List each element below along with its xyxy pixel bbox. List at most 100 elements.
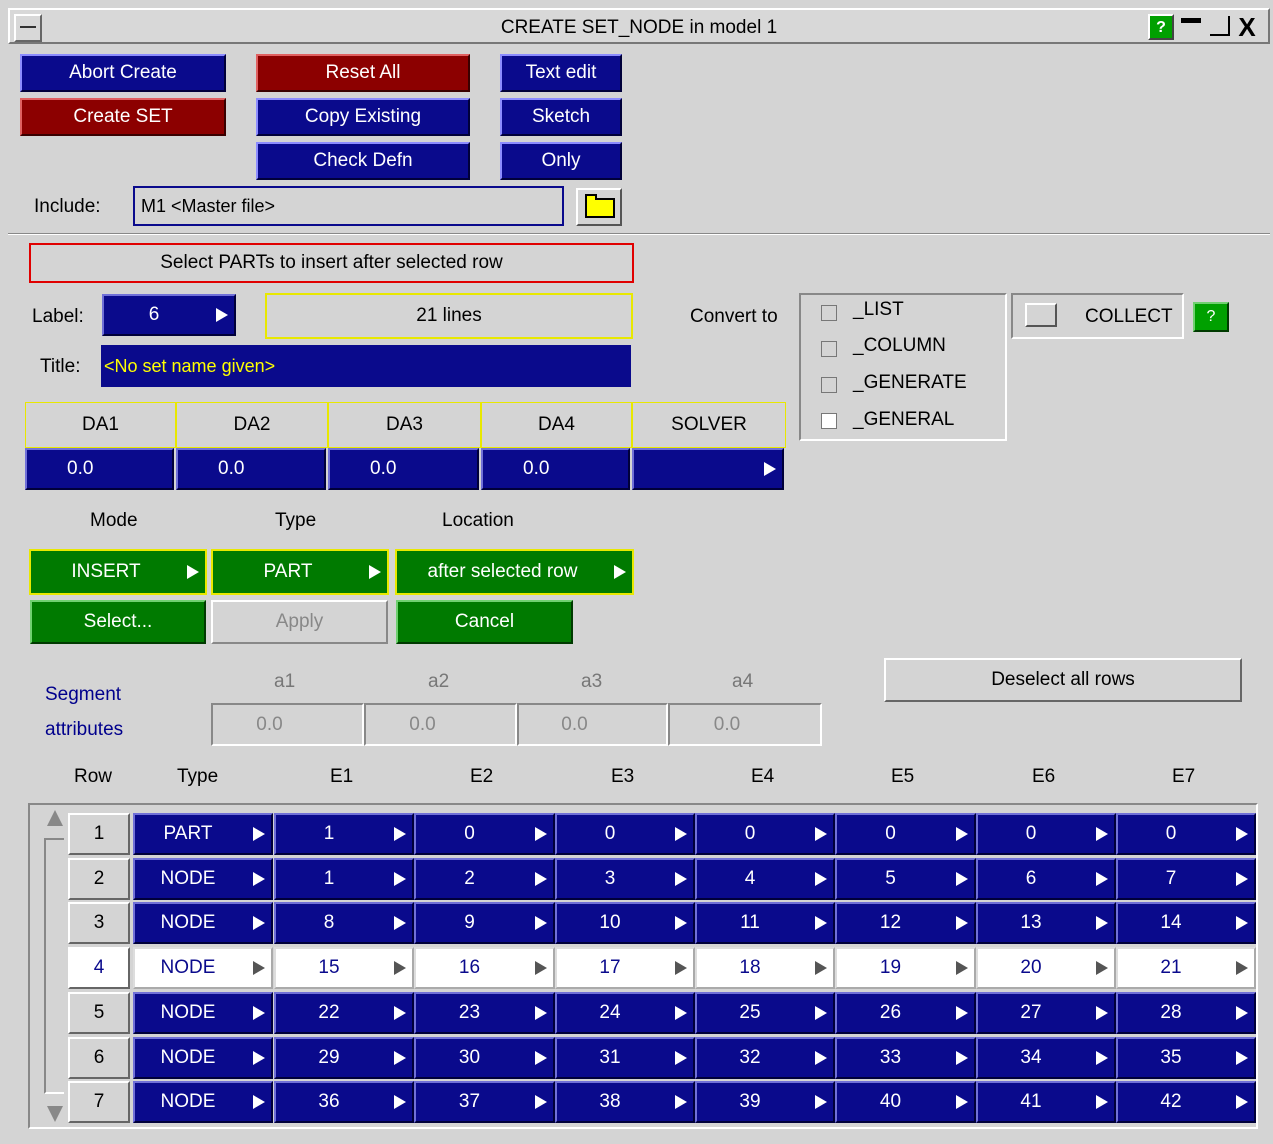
entity-cell-e5[interactable]: 33 <box>835 1037 976 1079</box>
entity-cell-e3[interactable]: 31 <box>555 1037 695 1079</box>
scroll-thumb[interactable] <box>44 838 64 1094</box>
title-field[interactable]: <No set name given> <box>101 345 631 387</box>
text-edit-button[interactable]: Text edit <box>500 54 622 92</box>
entity-cell-e7[interactable]: 21 <box>1116 947 1256 989</box>
entity-cell-e2[interactable]: 37 <box>414 1081 555 1123</box>
general-checkbox[interactable] <box>821 413 837 429</box>
entity-cell-e3[interactable]: 0 <box>555 813 695 855</box>
entity-cell-e4[interactable]: 25 <box>695 992 835 1034</box>
row-type-cell[interactable]: NODE <box>133 858 273 900</box>
entity-cell-e3[interactable]: 24 <box>555 992 695 1034</box>
entity-cell-e4[interactable]: 18 <box>695 947 835 989</box>
create-set-button[interactable]: Create SET <box>20 98 226 136</box>
entity-cell-e1[interactable]: 8 <box>274 902 414 944</box>
maximize-icon[interactable] <box>1206 14 1232 40</box>
check-defn-button[interactable]: Check Defn <box>256 142 470 180</box>
label-value-field[interactable]: 6 <box>102 294 236 336</box>
folder-button[interactable] <box>576 188 622 226</box>
column-checkbox[interactable] <box>821 341 837 357</box>
row-number[interactable]: 7 <box>68 1081 130 1123</box>
row-type-cell[interactable]: NODE <box>133 992 273 1034</box>
abort-create-button[interactable]: Abort Create <box>20 54 226 92</box>
entity-cell-e6[interactable]: 34 <box>976 1037 1116 1079</box>
entity-cell-e7[interactable]: 14 <box>1116 902 1256 944</box>
entity-cell-e1[interactable]: 36 <box>274 1081 414 1123</box>
entity-cell-e1[interactable]: 29 <box>274 1037 414 1079</box>
entity-cell-e5[interactable]: 19 <box>835 947 976 989</box>
entity-cell-e6[interactable]: 41 <box>976 1081 1116 1123</box>
a4-field[interactable]: 0.0 <box>668 703 822 746</box>
a3-field[interactable]: 0.0 <box>517 703 668 746</box>
row-type-cell[interactable]: PART <box>133 813 273 855</box>
row-number[interactable]: 5 <box>68 992 130 1034</box>
generate-checkbox[interactable] <box>821 377 837 393</box>
row-number[interactable]: 3 <box>68 902 130 944</box>
row-type-cell[interactable]: NODE <box>133 902 273 944</box>
entity-cell-e2[interactable]: 0 <box>414 813 555 855</box>
entity-cell-e1[interactable]: 1 <box>274 858 414 900</box>
deselect-all-rows-button[interactable]: Deselect all rows <box>884 658 1242 702</box>
entity-cell-e6[interactable]: 0 <box>976 813 1116 855</box>
entity-cell-e5[interactable]: 0 <box>835 813 976 855</box>
list-checkbox[interactable] <box>821 305 837 321</box>
row-number[interactable]: 4 <box>68 947 130 989</box>
entity-cell-e6[interactable]: 6 <box>976 858 1116 900</box>
collect-toggle[interactable] <box>1025 303 1057 327</box>
entity-cell-e4[interactable]: 39 <box>695 1081 835 1123</box>
row-type-cell[interactable]: NODE <box>133 1081 273 1123</box>
entity-cell-e3[interactable]: 38 <box>555 1081 695 1123</box>
entity-cell-e2[interactable]: 9 <box>414 902 555 944</box>
scroll-up-icon[interactable] <box>47 810 63 826</box>
entity-cell-e6[interactable]: 20 <box>976 947 1116 989</box>
entity-cell-e5[interactable]: 26 <box>835 992 976 1034</box>
solver-field[interactable] <box>632 448 784 490</box>
entity-cell-e2[interactable]: 2 <box>414 858 555 900</box>
entity-cell-e5[interactable]: 40 <box>835 1081 976 1123</box>
da3-field[interactable]: 0.0 <box>328 448 479 490</box>
da2-field[interactable]: 0.0 <box>176 448 326 490</box>
include-field[interactable]: M1 <Master file> <box>133 186 564 226</box>
entity-cell-e4[interactable]: 0 <box>695 813 835 855</box>
entity-cell-e3[interactable]: 17 <box>555 947 695 989</box>
entity-cell-e6[interactable]: 13 <box>976 902 1116 944</box>
select-button[interactable]: Select... <box>30 600 206 644</box>
mode-dropdown[interactable]: INSERT <box>29 549 207 595</box>
entity-cell-e6[interactable]: 27 <box>976 992 1116 1034</box>
entity-cell-e7[interactable]: 7 <box>1116 858 1256 900</box>
type-dropdown[interactable]: PART <box>211 549 389 595</box>
sketch-button[interactable]: Sketch <box>500 98 622 136</box>
entity-cell-e4[interactable]: 32 <box>695 1037 835 1079</box>
row-type-cell[interactable]: NODE <box>133 947 273 989</box>
entity-cell-e4[interactable]: 11 <box>695 902 835 944</box>
table-scrollbar[interactable] <box>42 808 66 1126</box>
entity-cell-e5[interactable]: 5 <box>835 858 976 900</box>
minimize-icon[interactable] <box>1178 14 1204 40</box>
close-icon[interactable]: X <box>1234 14 1260 40</box>
cancel-button[interactable]: Cancel <box>396 600 573 644</box>
entity-cell-e5[interactable]: 12 <box>835 902 976 944</box>
entity-cell-e1[interactable]: 22 <box>274 992 414 1034</box>
location-dropdown[interactable]: after selected row <box>395 549 634 595</box>
entity-cell-e7[interactable]: 42 <box>1116 1081 1256 1123</box>
row-number[interactable]: 1 <box>68 813 130 855</box>
entity-cell-e3[interactable]: 10 <box>555 902 695 944</box>
entity-cell-e1[interactable]: 1 <box>274 813 414 855</box>
row-type-cell[interactable]: NODE <box>133 1037 273 1079</box>
a2-field[interactable]: 0.0 <box>364 703 517 746</box>
a1-field[interactable]: 0.0 <box>211 703 364 746</box>
copy-existing-button[interactable]: Copy Existing <box>256 98 470 136</box>
help-icon[interactable]: ? <box>1148 14 1174 40</box>
row-number[interactable]: 6 <box>68 1037 130 1079</box>
scroll-down-icon[interactable] <box>47 1106 63 1122</box>
entity-cell-e2[interactable]: 23 <box>414 992 555 1034</box>
convert-help-button[interactable]: ? <box>1193 302 1229 332</box>
reset-all-button[interactable]: Reset All <box>256 54 470 92</box>
da1-field[interactable]: 0.0 <box>25 448 174 490</box>
entity-cell-e2[interactable]: 16 <box>414 947 555 989</box>
da4-field[interactable]: 0.0 <box>481 448 630 490</box>
entity-cell-e7[interactable]: 28 <box>1116 992 1256 1034</box>
row-number[interactable]: 2 <box>68 858 130 900</box>
apply-button[interactable]: Apply <box>211 600 388 644</box>
entity-cell-e7[interactable]: 35 <box>1116 1037 1256 1079</box>
entity-cell-e4[interactable]: 4 <box>695 858 835 900</box>
